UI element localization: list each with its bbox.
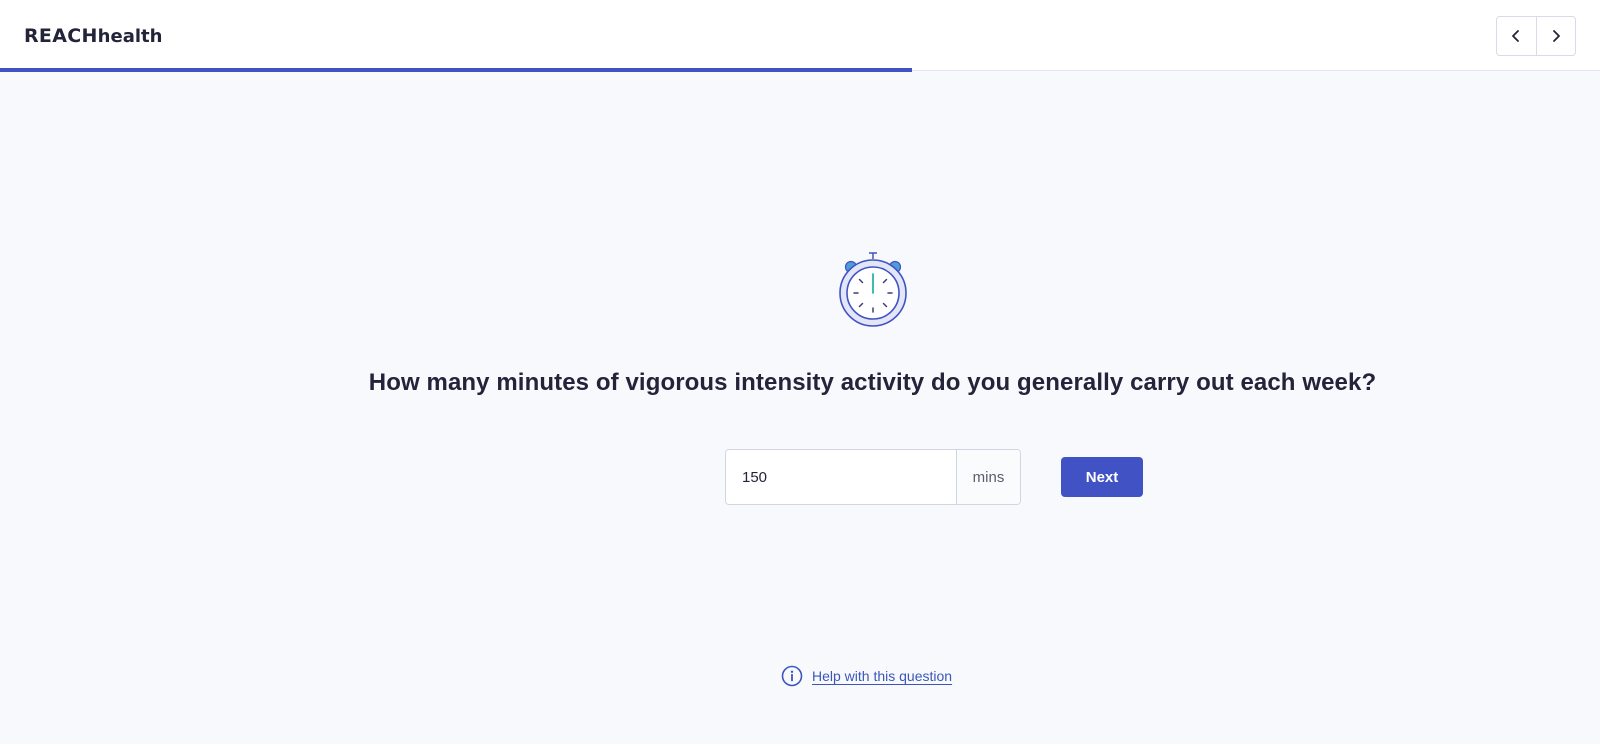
help-link[interactable]: Help with this question [781,665,952,687]
minutes-input[interactable] [726,450,956,504]
top-bar: REACH health [0,0,1600,71]
next-button[interactable]: Next [1061,457,1143,497]
info-icon [781,665,803,687]
logo-reach-wordmark: REACH [24,25,98,47]
answer-row: mins Next [725,449,1143,505]
reach-health-logo[interactable]: REACH health [24,24,162,48]
next-question-nav-button[interactable] [1535,17,1576,55]
logo-reach-text: REACH [24,25,98,47]
minutes-input-group: mins [725,449,1021,505]
progress-bar [0,68,1600,72]
question-navigation [1496,16,1576,56]
chevron-left-icon [1512,30,1520,42]
stopwatch-icon [839,252,907,327]
logo-health-text: health [97,25,163,47]
help-link-label[interactable]: Help with this question [812,668,952,684]
chevron-right-icon [1552,30,1560,42]
question-text: How many minutes of vigorous intensity a… [368,369,1377,396]
previous-question-button[interactable] [1497,17,1536,55]
progress-bar-fill [0,68,912,72]
unit-label: mins [956,450,1020,504]
